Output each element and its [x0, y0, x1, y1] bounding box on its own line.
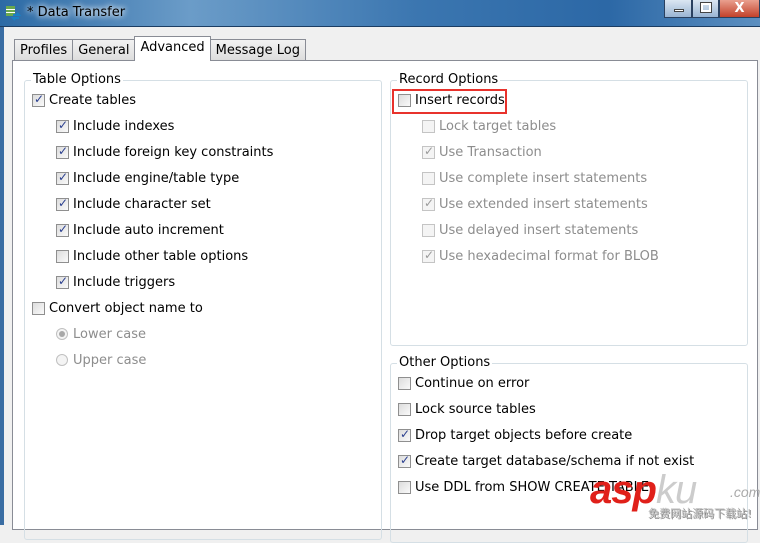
checkbox[interactable] [398, 453, 411, 468]
checkbox[interactable] [56, 170, 69, 185]
window-title: * Data Transfer [27, 5, 126, 20]
close-icon: X [734, 1, 745, 16]
insert-records-highlight [392, 89, 507, 114]
checkbox[interactable] [398, 427, 411, 442]
option-label: Convert object name to [49, 300, 203, 316]
option-label: Use delayed insert statements [439, 222, 639, 238]
record-option-checkbox: Use hexadecimal format for BLOB [422, 248, 659, 264]
checkbox [422, 119, 435, 133]
close-button[interactable]: X [719, 0, 760, 18]
option-label: Upper case [73, 352, 147, 368]
convert-object-name-checkbox[interactable]: Convert object name to [32, 300, 203, 316]
maximize-icon [700, 2, 712, 13]
record-option-checkbox: Use delayed insert statements [422, 222, 638, 238]
watermark-domain: .com [730, 484, 760, 500]
case-radio: Upper case [56, 352, 146, 368]
option-label: Lock source tables [415, 401, 536, 417]
option-label: Include foreign key constraints [73, 144, 274, 160]
option-label: Include other table options [73, 248, 249, 264]
checkbox[interactable] [56, 274, 69, 289]
option-label: Use extended insert statements [439, 196, 648, 212]
radio-button [56, 328, 68, 340]
record-option-checkbox: Use extended insert statements [422, 196, 648, 212]
radio-button [56, 354, 68, 366]
option-label: Use complete insert statements [439, 170, 648, 186]
minimize-icon [674, 9, 684, 12]
checkbox[interactable] [398, 376, 411, 390]
table-option-checkbox[interactable]: Include indexes [56, 118, 174, 134]
option-label: Include indexes [73, 118, 175, 134]
watermark: aspku .com 免费网站源码下载站! [590, 468, 760, 525]
option-label: Create target database/schema if not exi… [415, 453, 695, 469]
option-label: Include auto increment [73, 222, 224, 238]
table-option-checkbox[interactable]: Include foreign key constraints [56, 144, 273, 160]
checkbox [422, 171, 435, 185]
checkbox[interactable] [56, 118, 69, 133]
tab-profiles[interactable]: Profiles [14, 39, 74, 61]
other-options-title: Other Options [397, 355, 493, 370]
checkbox[interactable] [56, 144, 69, 159]
checkbox[interactable] [32, 92, 45, 107]
option-label: Continue on error [415, 375, 530, 391]
tab-bar: Profiles General Advanced Message Log [14, 36, 306, 61]
table-option-checkbox[interactable]: Include engine/table type [56, 170, 239, 186]
option-label: Lock target tables [439, 118, 557, 134]
checkbox[interactable] [398, 480, 411, 494]
tab-advanced[interactable]: Advanced [134, 36, 211, 61]
window-border [0, 27, 4, 525]
record-option-checkbox: Use complete insert statements [422, 170, 647, 186]
tab-message-log[interactable]: Message Log [209, 39, 306, 61]
table-option-checkbox[interactable]: Include auto increment [56, 222, 224, 238]
checkbox [422, 223, 435, 237]
table-option-checkbox[interactable]: Include triggers [56, 274, 175, 290]
watermark-slogan: 免费网站源码下载站! [648, 507, 752, 520]
checkbox [422, 196, 435, 211]
option-label: Drop target objects before create [415, 427, 633, 443]
other-option-checkbox[interactable]: Drop target objects before create [398, 427, 632, 443]
table-options-title: Table Options [31, 72, 123, 87]
checkbox[interactable] [56, 196, 69, 211]
create-tables-checkbox[interactable]: Create tables [32, 92, 136, 108]
record-option-checkbox: Use Transaction [422, 144, 542, 160]
case-radio: Lower case [56, 326, 146, 342]
maximize-button[interactable] [692, 0, 719, 18]
option-label: Include triggers [73, 274, 176, 290]
data-transfer-app-icon [6, 6, 21, 21]
table-option-checkbox[interactable]: Include other table options [56, 248, 248, 264]
record-options-title: Record Options [397, 72, 501, 87]
other-option-checkbox[interactable]: Create target database/schema if not exi… [398, 453, 694, 469]
minimize-button[interactable] [664, 0, 692, 18]
option-label: Include character set [73, 196, 211, 212]
title-bar: * Data Transfer X [0, 0, 760, 27]
table-option-checkbox[interactable]: Include character set [56, 196, 211, 212]
checkbox [422, 248, 435, 263]
option-label: Use hexadecimal format for BLOB [439, 248, 659, 264]
tab-general[interactable]: General [72, 39, 136, 61]
option-label: Include engine/table type [73, 170, 240, 186]
option-label: Create tables [49, 92, 137, 108]
checkbox [422, 144, 435, 159]
option-label: Use Transaction [439, 144, 542, 160]
checkbox[interactable] [32, 301, 45, 315]
checkbox[interactable] [56, 222, 69, 237]
record-option-checkbox: Lock target tables [422, 118, 556, 134]
checkbox[interactable] [398, 402, 411, 416]
other-option-checkbox[interactable]: Lock source tables [398, 401, 536, 417]
other-option-checkbox[interactable]: Continue on error [398, 375, 529, 391]
checkbox[interactable] [56, 249, 69, 263]
option-label: Lower case [73, 326, 146, 342]
